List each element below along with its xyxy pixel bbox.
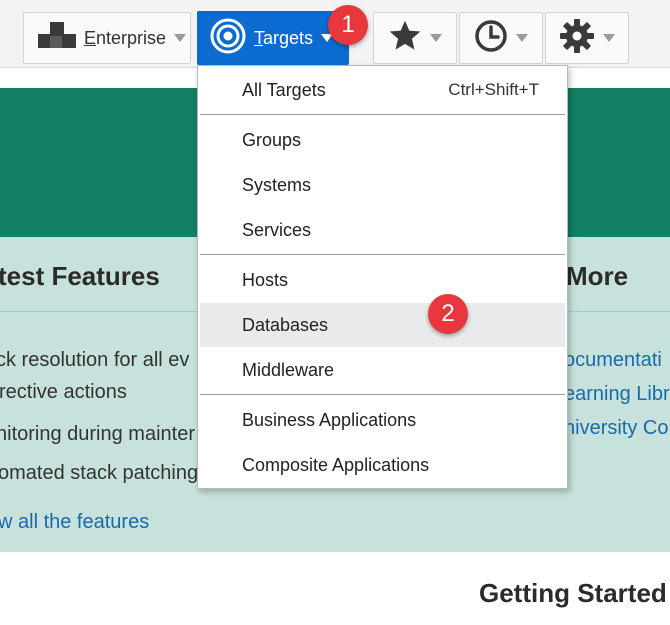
targets-label: argets xyxy=(263,27,314,48)
chevron-down-icon xyxy=(174,34,187,42)
feature-item: ck resolution for all ev xyxy=(0,349,190,371)
enterprise-icon xyxy=(38,21,76,55)
step-callout-2: 2 xyxy=(428,294,468,334)
menu-item-services[interactable]: Services xyxy=(200,208,565,252)
targets-dropdown-menu: All Targets Ctrl+Shift+T Groups Systems … xyxy=(197,65,568,489)
more-title: More xyxy=(566,261,629,291)
targets-mnemonic: T xyxy=(254,27,263,48)
menu-separator xyxy=(200,114,565,115)
step-callout-1: 1 xyxy=(328,5,368,45)
history-menu-button[interactable] xyxy=(459,12,543,64)
chevron-down-icon xyxy=(516,34,528,42)
menu-item-business-applications[interactable]: Business Applications xyxy=(200,398,565,442)
learning-library-link[interactable]: earning Libr xyxy=(564,383,670,406)
feature-item: nitoring during mainter xyxy=(0,423,195,445)
feature-item: omated stack patching xyxy=(0,462,199,484)
chevron-down-icon xyxy=(603,34,615,42)
menu-item-label: Databases xyxy=(242,314,329,335)
favorites-menu-button[interactable] xyxy=(373,12,457,64)
menu-item-databases[interactable]: Databases xyxy=(200,303,565,347)
menu-item-label: All Targets xyxy=(242,79,326,100)
menu-item-shortcut: Ctrl+Shift+T xyxy=(448,80,539,99)
menu-item-label: Systems xyxy=(242,174,312,195)
targets-icon xyxy=(210,18,246,59)
getting-started-title: Getting Started xyxy=(479,578,667,608)
latest-features-title: test Features xyxy=(0,261,160,291)
history-icon xyxy=(474,19,508,58)
menu-separator xyxy=(200,254,565,255)
enterprise-label: nterprise xyxy=(96,27,167,48)
feature-item: rective actions xyxy=(0,381,127,403)
star-icon xyxy=(388,20,422,57)
menu-item-systems[interactable]: Systems xyxy=(200,163,565,207)
menu-item-label: Services xyxy=(242,219,312,240)
gear-icon xyxy=(559,18,595,59)
menu-separator xyxy=(200,394,565,395)
enterprise-menu-button[interactable]: Enterprise xyxy=(23,12,191,64)
menu-item-label: Composite Applications xyxy=(242,454,430,475)
enterprise-mnemonic: E xyxy=(84,27,97,48)
menu-item-label: Hosts xyxy=(242,269,289,290)
menu-item-label: Business Applications xyxy=(242,409,417,430)
documentation-link[interactable]: ocumentati xyxy=(564,349,662,372)
targets-menu-button[interactable]: Targets xyxy=(197,11,349,65)
menu-item-middleware[interactable]: Middleware xyxy=(200,348,565,392)
menu-item-groups[interactable]: Groups xyxy=(200,118,565,162)
menu-item-hosts[interactable]: Hosts xyxy=(200,258,565,302)
university-link[interactable]: niversity Co xyxy=(564,417,668,440)
settings-menu-button[interactable] xyxy=(545,12,629,64)
view-all-features-link[interactable]: w all the features xyxy=(0,511,149,534)
menu-item-composite-applications[interactable]: Composite Applications xyxy=(200,443,565,487)
menu-item-label: Middleware xyxy=(242,359,335,380)
menu-item-all-targets[interactable]: All Targets Ctrl+Shift+T xyxy=(200,68,565,112)
chevron-down-icon xyxy=(430,34,442,42)
menu-item-label: Groups xyxy=(242,129,302,150)
